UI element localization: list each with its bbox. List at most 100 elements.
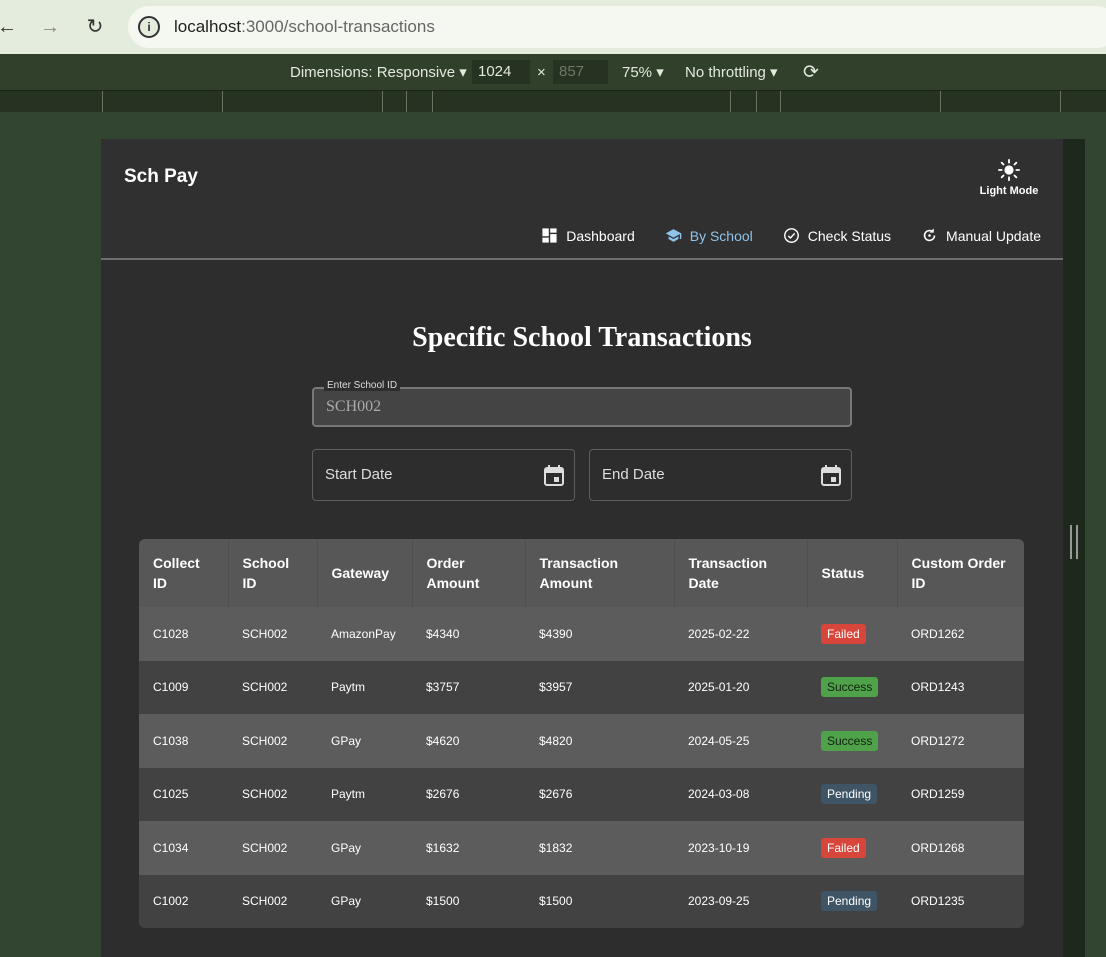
throttling-dropdown[interactable]: No throttling ▾ [685,63,778,81]
nav-label: Dashboard [566,227,635,244]
site-info-icon[interactable]: i [138,16,160,38]
transactions-table-card: Collect ID School ID Gateway Order Amoun… [139,539,1024,928]
column-header[interactable]: Transaction Amount [525,539,675,607]
status-cell: Failed [807,821,897,875]
brand-logo[interactable]: Sch Pay [124,166,198,188]
order-amount-cell: $3757 [412,660,525,714]
table-row[interactable]: C1002 SCH002 GPay $1500 $1500 2023-09-25 Pendi… [139,874,1024,928]
ruler-tick [1060,91,1061,113]
ruler-tick [382,91,383,113]
transactions-table: Collect ID School ID Gateway Order Amoun… [139,539,1024,928]
height-input[interactable]: 857 [553,60,608,84]
school-id-input[interactable]: Enter School ID SCH002 [312,380,852,427]
width-input[interactable]: 1024 [472,60,530,84]
ruler-tick [406,91,407,113]
nav-item-dashboard[interactable]: Dashboard [541,227,635,244]
nav-item-manual-update[interactable]: Manual Update [921,227,1041,244]
column-header[interactable]: Order Amount [412,539,526,607]
table-row[interactable]: C1038 SCH002 GPay $4620 $4820 2024-05-25 Succe… [139,714,1024,768]
collect-id-cell: C1002 [139,874,228,928]
dimensions-label: Dimensions: Responsive [290,64,456,81]
gateway-cell: GPay [317,874,412,928]
column-header[interactable]: Gateway [317,539,413,607]
calendar-icon[interactable] [544,464,564,486]
app-viewport: Sch Pay Light Mode Dashboard By School C… [101,139,1063,957]
zoom-dropdown[interactable]: 75% ▾ [622,63,664,81]
ruler-tick [730,91,731,113]
gateway-cell: GPay [317,821,412,875]
throttling-label: No throttling [685,64,766,81]
school-id-value: SCH002 [326,398,382,415]
table-row[interactable]: C1025 SCH002 Paytm $2676 $2676 2024-03-08 Pend… [139,767,1024,821]
status-badge: Failed [821,837,866,858]
end-date-placeholder: End Date [602,466,665,483]
order-amount-cell: $2676 [412,767,525,821]
table-header-row: Collect ID School ID Gateway Order Amoun… [139,539,1024,607]
column-header[interactable]: School ID [228,539,318,607]
app-header: Sch Pay Light Mode Dashboard By School C… [101,139,1063,260]
address-bar[interactable]: i localhost:3000/school-transactions [128,6,1106,48]
main-nav: Dashboard By School Check Status Manual … [541,227,1041,244]
chevron-down-icon: ▾ [656,64,664,81]
school-id-cell: SCH002 [228,821,317,875]
status-cell: Success [807,660,897,714]
reload-icon[interactable]: ↻ [80,12,110,42]
column-header[interactable]: Collect ID [139,539,229,607]
ruler-tick [222,91,223,113]
refresh-icon [923,228,936,242]
url-host: localhost [174,17,242,36]
url-path: :3000/school-transactions [241,17,435,36]
forward-icon[interactable]: → [35,12,65,42]
transaction-amount-cell: $4820 [525,714,674,768]
dimensions-dropdown[interactable]: Dimensions: Responsive ▾ [290,63,467,81]
nav-label: Check Status [807,227,892,244]
status-badge: Failed [821,623,866,644]
school-id-cell: SCH002 [228,607,317,661]
custom-order-id-cell: ORD1272 [897,714,1024,768]
table-row[interactable]: C1034 SCH002 GPay $1632 $1832 2023-10-19 Faile… [139,821,1024,875]
status-badge: Pending [821,784,878,805]
collect-id-cell: C1038 [139,714,228,768]
end-date-input[interactable]: End Date [589,449,852,501]
order-amount-cell: $1632 [412,821,525,875]
column-header[interactable]: Custom Order ID [897,539,1024,607]
media-query-ruler [0,90,1106,113]
ruler-tick [780,91,781,113]
url-text: localhost:3000/school-transactions [174,17,435,37]
chevron-down-icon: ▾ [459,64,467,81]
status-badge: Pending [821,891,878,912]
start-date-placeholder: Start Date [325,466,393,483]
collect-id-cell: C1009 [139,660,228,714]
column-header[interactable]: Status [807,539,898,607]
date-cell: 2025-02-22 [674,607,807,661]
table-row[interactable]: C1009 SCH002 Paytm $3757 $3957 2025-01-20 Succ… [139,660,1024,714]
device-toolbar: Dimensions: Responsive ▾ 1024 × 857 75% … [0,54,1106,90]
gateway-cell: Paytm [317,767,412,821]
school-id-label: Enter School ID [324,380,401,391]
column-header[interactable]: Transaction Date [674,539,808,607]
date-cell: 2023-10-19 [674,821,807,875]
date-cell: 2025-01-20 [674,660,807,714]
rotate-icon[interactable]: ⟳ [803,61,819,84]
order-amount-cell: $4620 [412,714,525,768]
calendar-icon[interactable] [821,464,841,486]
nav-label: Manual Update [946,227,1041,244]
transaction-amount-cell: $2676 [525,767,674,821]
status-cell: Pending [807,767,897,821]
table-row[interactable]: C1028 SCH002 AmazonPay $4340 $4390 2025-02-22… [139,607,1024,661]
transaction-amount-cell: $4390 [525,607,674,661]
custom-order-id-cell: ORD1243 [897,660,1024,714]
dashboard-icon [542,228,557,243]
transaction-amount-cell: $3957 [525,660,674,714]
order-amount-cell: $4340 [412,607,525,661]
zoom-label: 75% [622,64,653,81]
back-icon[interactable]: ← [0,12,22,42]
page-title: Specific School Transactions [412,322,752,353]
gateway-cell: GPay [317,714,412,768]
chevron-down-icon: ▾ [770,64,778,81]
resize-handle[interactable] [1070,525,1078,559]
nav-item-check-status[interactable]: Check Status [783,227,891,244]
theme-toggle-button[interactable]: Light Mode [971,159,1047,197]
nav-item-by-school[interactable]: By School [665,227,753,244]
start-date-input[interactable]: Start Date [312,449,575,501]
